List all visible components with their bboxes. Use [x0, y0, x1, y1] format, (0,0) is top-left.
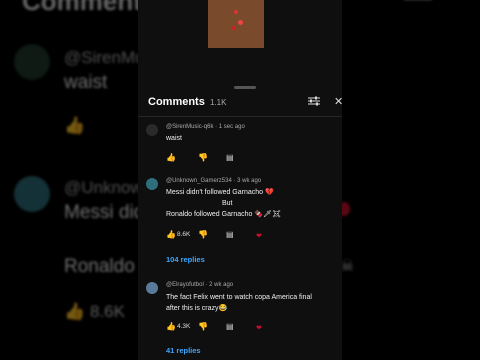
- bg-username: @SirenMu: [64, 48, 145, 67]
- comment-text: waist: [166, 133, 182, 144]
- reply-icon[interactable]: ▤: [226, 322, 234, 331]
- video-thumbnail[interactable]: [208, 0, 264, 48]
- thumbs-down-icon[interactable]: 👎: [198, 153, 208, 162]
- thumbs-down-icon[interactable]: 👎: [198, 230, 208, 239]
- comments-title: Comments: [148, 96, 205, 108]
- comment-actions: 👍 👎 ▤: [166, 153, 336, 163]
- comment-author-meta[interactable]: @Elrayofutbol · 2 wk ago: [166, 282, 233, 288]
- replies-link[interactable]: 104 replies: [166, 255, 205, 264]
- creator-heart-icon: ❤: [256, 233, 262, 240]
- comment-actions: 👍 4.3K 👎 ▤ ❤: [166, 322, 336, 332]
- comment-line: Messi didn't followed Garnacho 💔: [166, 189, 274, 196]
- replies-link[interactable]: 41 replies: [166, 346, 201, 355]
- bg-like-icon: 👍: [64, 302, 86, 321]
- phone-screen: Comments 1.1K ✕ @SirenMusic-q6k · 1 sec …: [138, 0, 342, 360]
- sliders-icon[interactable]: [308, 96, 320, 106]
- bg-avatar: [14, 44, 50, 80]
- thumbs-down-icon[interactable]: 👎: [198, 322, 208, 331]
- comment-line: Ronaldo followed Garnacho 🍫🗡☠: [166, 211, 281, 218]
- bg-comment-text: Messi did: [64, 202, 145, 223]
- bg-comment-text: waist: [64, 72, 108, 93]
- thumbs-up-icon[interactable]: 👍: [166, 153, 176, 162]
- like-count: 4.3K: [177, 323, 191, 330]
- comment-line: The fact Felix went to watch copa Americ…: [166, 294, 312, 301]
- like-count: 8.6K: [177, 231, 191, 238]
- avatar[interactable]: [146, 124, 158, 136]
- creator-heart-icon: ❤: [256, 325, 262, 332]
- drag-handle[interactable]: [234, 86, 256, 89]
- thumbs-up-icon[interactable]: 👍: [166, 230, 176, 239]
- comment-line: But: [222, 200, 233, 207]
- divider: [138, 116, 342, 117]
- comment-actions: 👍 8.6K 👎 ▤ ❤: [166, 230, 336, 240]
- reply-icon[interactable]: ▤: [226, 230, 234, 239]
- comment-author-meta[interactable]: @SirenMusic-q6k · 1 sec ago: [166, 124, 245, 130]
- comments-count: 1.1K: [210, 98, 227, 107]
- avatar[interactable]: [146, 282, 158, 294]
- thumbs-up-icon[interactable]: 👍: [166, 322, 176, 331]
- comment-line: after this is crazy😂: [166, 305, 228, 312]
- bg-skull-icon: ☠: [340, 258, 355, 275]
- bg-comment-text: Ronaldo: [64, 256, 135, 277]
- close-icon[interactable]: ✕: [334, 95, 342, 108]
- comments-header: Comments 1.1K ✕: [138, 90, 342, 112]
- reply-icon[interactable]: ▤: [226, 153, 234, 162]
- comment-text: Messi didn't followed Garnacho 💔 But Ron…: [166, 187, 281, 220]
- avatar[interactable]: [146, 178, 158, 190]
- comment-author-meta[interactable]: @Unknown_Gamerz534 · 3 wk ago: [166, 178, 261, 184]
- bg-username: @Unknow: [64, 178, 143, 197]
- comment-text: The fact Felix went to watch copa Americ…: [166, 292, 312, 314]
- bg-like-count: 8.6K: [90, 302, 125, 321]
- bg-title: Comment: [22, 0, 142, 16]
- bg-avatar: [14, 176, 50, 212]
- comment-line: waist: [166, 135, 182, 142]
- bg-like-icon: 👍: [64, 116, 86, 135]
